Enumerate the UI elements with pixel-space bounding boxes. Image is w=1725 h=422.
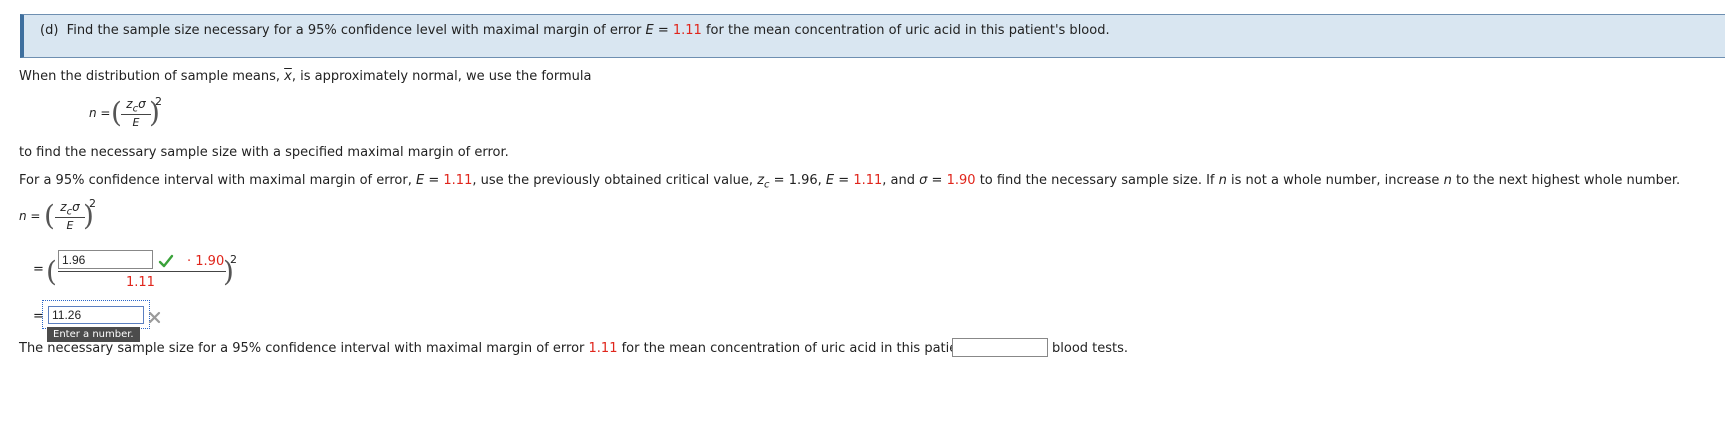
subst-left-paren: ( (46, 255, 57, 288)
question-suffix: for the mean concentration of uric acid … (705, 23, 1110, 38)
work-left-paren: ( (44, 199, 55, 232)
question-text: (d) Find the sample size necessary for a… (40, 23, 1110, 38)
sigma-multiplier: · 1.90 (187, 254, 225, 269)
formula-lhs: n = (89, 106, 111, 120)
E-symbol: E (645, 23, 654, 38)
question-prefix: Find the sample size necessary for a 95%… (66, 23, 642, 38)
checkmark-icon (158, 254, 174, 268)
purpose-text: to find the necessary sample size with a… (19, 145, 509, 160)
intro-text-b: , is approximately normal, we use the fo… (291, 69, 592, 84)
work-denominator: E (66, 219, 74, 232)
sample-size-answer-input[interactable] (952, 338, 1048, 357)
formula-fraction-bar (121, 114, 151, 115)
question-banner: (d) Find the sample size necessary for a… (20, 14, 1725, 58)
E-value-red: 1.11 (443, 173, 473, 188)
subst-denominator: 1.11 (126, 275, 155, 290)
xbar-symbol: x (284, 69, 292, 84)
work-numerator: zcσ (60, 200, 80, 218)
E-value: 1.11 (672, 23, 702, 38)
answer-E-value: 1.11 (588, 341, 618, 356)
equals-sign: = (657, 23, 669, 38)
instructions-text: For a 95% confidence interval with maxim… (19, 173, 1681, 191)
intro-text: When the distribution of sample means, x… (19, 69, 591, 84)
formula-exponent: 2 (155, 95, 162, 108)
formula-numerator: zcσ (126, 97, 146, 115)
substitution-equals: = (33, 262, 44, 277)
work-fraction-bar (55, 217, 85, 218)
cross-icon (148, 311, 161, 324)
work-exponent: 2 (89, 197, 96, 210)
subst-fraction-bar (58, 271, 226, 272)
answer-text: The necessary sample size for a 95% conf… (19, 341, 1036, 356)
result-input[interactable] (48, 306, 144, 324)
work-lhs: n = (19, 209, 41, 223)
answer-suffix: blood tests. (1052, 341, 1129, 356)
input-tooltip: Enter a number. (47, 327, 140, 342)
zc-value-input[interactable] (58, 250, 153, 269)
question-part-label: (d) (40, 23, 59, 38)
intro-text-a: When the distribution of sample means, (19, 69, 280, 84)
E-value-red-2: 1.11 (853, 173, 883, 188)
sigma-value-red: 1.90 (946, 173, 976, 188)
subst-exponent: 2 (230, 253, 237, 266)
formula-denominator: E (132, 116, 140, 129)
